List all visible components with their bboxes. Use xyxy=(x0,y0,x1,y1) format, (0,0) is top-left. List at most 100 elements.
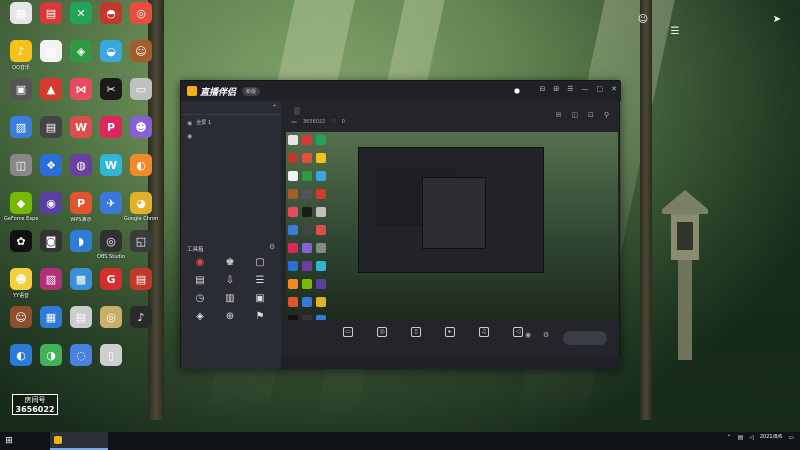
desktop-icon[interactable]: ◐ xyxy=(4,344,38,368)
desktop-icon[interactable]: ◕ Google Chrome xyxy=(124,192,158,222)
desktop-icon[interactable]: ▲ xyxy=(34,78,68,102)
title-bar[interactable]: 直播伴侣 新版 ⊟ ⊞ ☰ — ▢ ✕ xyxy=(181,81,621,101)
desktop-icon[interactable]: ▦ xyxy=(4,2,38,26)
desktop-icon[interactable]: P xyxy=(94,116,128,140)
eye-icon[interactable]: ◉ xyxy=(187,120,192,127)
toolbox-item[interactable]: ▣ xyxy=(245,293,275,307)
fullscreen-capture-button[interactable]: ▭ xyxy=(337,327,359,340)
desktop-icon[interactable]: ✂ xyxy=(94,78,128,102)
toolbox-item[interactable]: ◷ xyxy=(185,293,215,307)
toolbox-item[interactable]: ⇩ xyxy=(215,275,245,289)
version-badge[interactable]: 新版 xyxy=(242,86,261,96)
desktop-icon[interactable]: ▩ xyxy=(64,268,98,292)
desktop-icon[interactable]: ◗ xyxy=(64,230,98,254)
toolbox-item[interactable]: ⊕ xyxy=(215,311,245,325)
desktop-icon[interactable]: ▦ xyxy=(34,306,68,330)
desktop-icon[interactable]: ◆ GeForce Experience xyxy=(4,192,38,222)
minimize-icon[interactable]: — xyxy=(582,85,589,93)
link-icon[interactable]: ⚲ xyxy=(604,111,609,119)
stream-preview[interactable] xyxy=(286,132,618,320)
desktop-icon[interactable]: P WPS演示 xyxy=(64,192,98,223)
add-scene-icon[interactable]: + xyxy=(272,103,277,109)
desktop-icon[interactable]: ▤ xyxy=(124,268,158,292)
desktop-icon[interactable]: ▤ xyxy=(34,116,68,140)
desktop-icon[interactable]: ▭ xyxy=(124,78,158,102)
desktop-icon[interactable]: ◎ OBS Studio xyxy=(94,230,128,260)
network-icon[interactable]: ▤ xyxy=(738,434,744,441)
toolbox-item[interactable]: ☰ xyxy=(245,275,275,289)
desktop-icon[interactable]: ☺ xyxy=(4,306,38,330)
tray-up-icon[interactable]: ⌃ xyxy=(727,434,732,441)
desktop-icon[interactable]: W xyxy=(64,116,98,140)
phone-cast-button[interactable]: ▯ xyxy=(405,327,427,340)
desktop-icon[interactable]: ◌ xyxy=(64,344,98,368)
desktop-icon[interactable]: ✕ xyxy=(64,2,98,26)
room-tag[interactable] xyxy=(294,107,300,115)
desktop-icon[interactable]: ◎ xyxy=(124,2,158,26)
desktop-icon[interactable]: W xyxy=(94,154,128,178)
shop-icon[interactable]: ◫ xyxy=(571,111,578,119)
desktop-icon[interactable]: ◈ xyxy=(64,40,98,64)
desktop-icon[interactable]: ◑ xyxy=(34,344,68,368)
menu-icon[interactable]: ☰ xyxy=(567,85,573,93)
taskbar-app-live-companion[interactable] xyxy=(50,432,108,450)
gear-icon[interactable]: ⚙ xyxy=(269,243,275,251)
eye-icon[interactable]: ◉ xyxy=(525,331,531,339)
toolbox-item[interactable]: ◉ xyxy=(185,257,215,271)
desktop-icon[interactable]: ♪ QQ音乐 xyxy=(4,40,38,71)
desktop-icon[interactable]: ♪ xyxy=(124,306,158,330)
desktop-icon[interactable]: ❖ xyxy=(34,154,68,178)
close-icon[interactable]: ✕ xyxy=(611,85,617,93)
desktop-icon[interactable]: ▥ xyxy=(34,40,68,64)
desktop-icon[interactable]: ✈ xyxy=(94,192,128,216)
toolbox-item[interactable]: ▤ xyxy=(185,275,215,289)
live-companion-window[interactable]: 直播伴侣 新版 ⊟ ⊞ ☰ — ▢ ✕ + ◉ 全屏 1 ◉ 工具箱 ⚙ ◉ ♚… xyxy=(180,80,621,369)
desktop-icon[interactable]: ▤ xyxy=(64,306,98,330)
desktop-icon[interactable]: ◎ xyxy=(94,306,128,330)
desktop-icon[interactable]: ▣ xyxy=(4,78,38,102)
toolbox-item[interactable]: ♚ xyxy=(215,257,245,271)
desktop-icon[interactable]: ☻ xyxy=(124,116,158,140)
toolbox-item[interactable]: ⚑ xyxy=(245,311,275,325)
eye-icon[interactable]: ◉ xyxy=(187,133,192,140)
start-live-button[interactable] xyxy=(563,331,607,345)
maximize-icon[interactable]: ▢ xyxy=(597,85,604,93)
scene-item[interactable]: ◉ xyxy=(187,133,275,140)
menu-icon[interactable]: ☰ xyxy=(668,26,682,40)
desktop-icon[interactable]: ◫ xyxy=(4,154,38,178)
avatar[interactable] xyxy=(511,85,523,97)
toolbox-item[interactable]: ◈ xyxy=(185,311,215,325)
skin-icon[interactable]: ⊟ xyxy=(539,85,545,93)
desktop-icon[interactable]: ▧ xyxy=(34,268,68,292)
desktop-icon[interactable]: ▯ xyxy=(94,344,128,368)
media-button[interactable]: ▸ xyxy=(439,327,461,340)
toolbox-item[interactable]: ▢ xyxy=(245,257,275,271)
desktop-icon[interactable]: ◙ xyxy=(34,230,68,254)
clock[interactable]: 2021/8/6 xyxy=(760,434,782,441)
lock-icon[interactable]: ⊡ xyxy=(588,111,594,119)
layout-icon[interactable]: ⊞ xyxy=(553,85,559,93)
desktop-icon[interactable]: ▤ xyxy=(34,2,68,26)
settings-icon[interactable]: ⚙ xyxy=(543,331,549,339)
microphone-button[interactable]: ♫ xyxy=(473,327,495,340)
desktop-icon[interactable]: ◓ xyxy=(94,2,128,26)
volume-icon[interactable]: ◁ xyxy=(749,434,754,441)
notification-icon[interactable]: ▭ xyxy=(788,434,794,441)
desktop-icon[interactable]: ✿ xyxy=(4,230,38,254)
desktop-icon[interactable]: ◒ xyxy=(94,40,128,64)
desktop-icon[interactable]: ⋈ xyxy=(64,78,98,102)
desktop-icon[interactable]: ☺ xyxy=(124,40,158,64)
desktop-icon[interactable]: ◐ xyxy=(124,154,158,178)
camera-button[interactable]: ◎ xyxy=(371,327,393,340)
chat-icon[interactable]: ☺ xyxy=(636,14,650,28)
desktop-icon[interactable]: ◱ xyxy=(124,230,158,254)
arrow-icon[interactable]: ➤ xyxy=(770,14,784,28)
desktop-icon[interactable]: ◍ xyxy=(64,154,98,178)
desktop-icon[interactable]: ▨ xyxy=(4,116,38,140)
desktop-icon[interactable]: ◉ xyxy=(34,192,68,216)
gift-icon[interactable]: ✉ xyxy=(555,111,561,119)
scene-item[interactable]: ◉ 全屏 1 xyxy=(187,120,275,127)
desktop-icon[interactable]: G xyxy=(94,268,128,292)
toolbox-item[interactable]: ▥ xyxy=(215,293,245,307)
desktop-icon[interactable]: ☻ YY语音 xyxy=(4,268,38,299)
